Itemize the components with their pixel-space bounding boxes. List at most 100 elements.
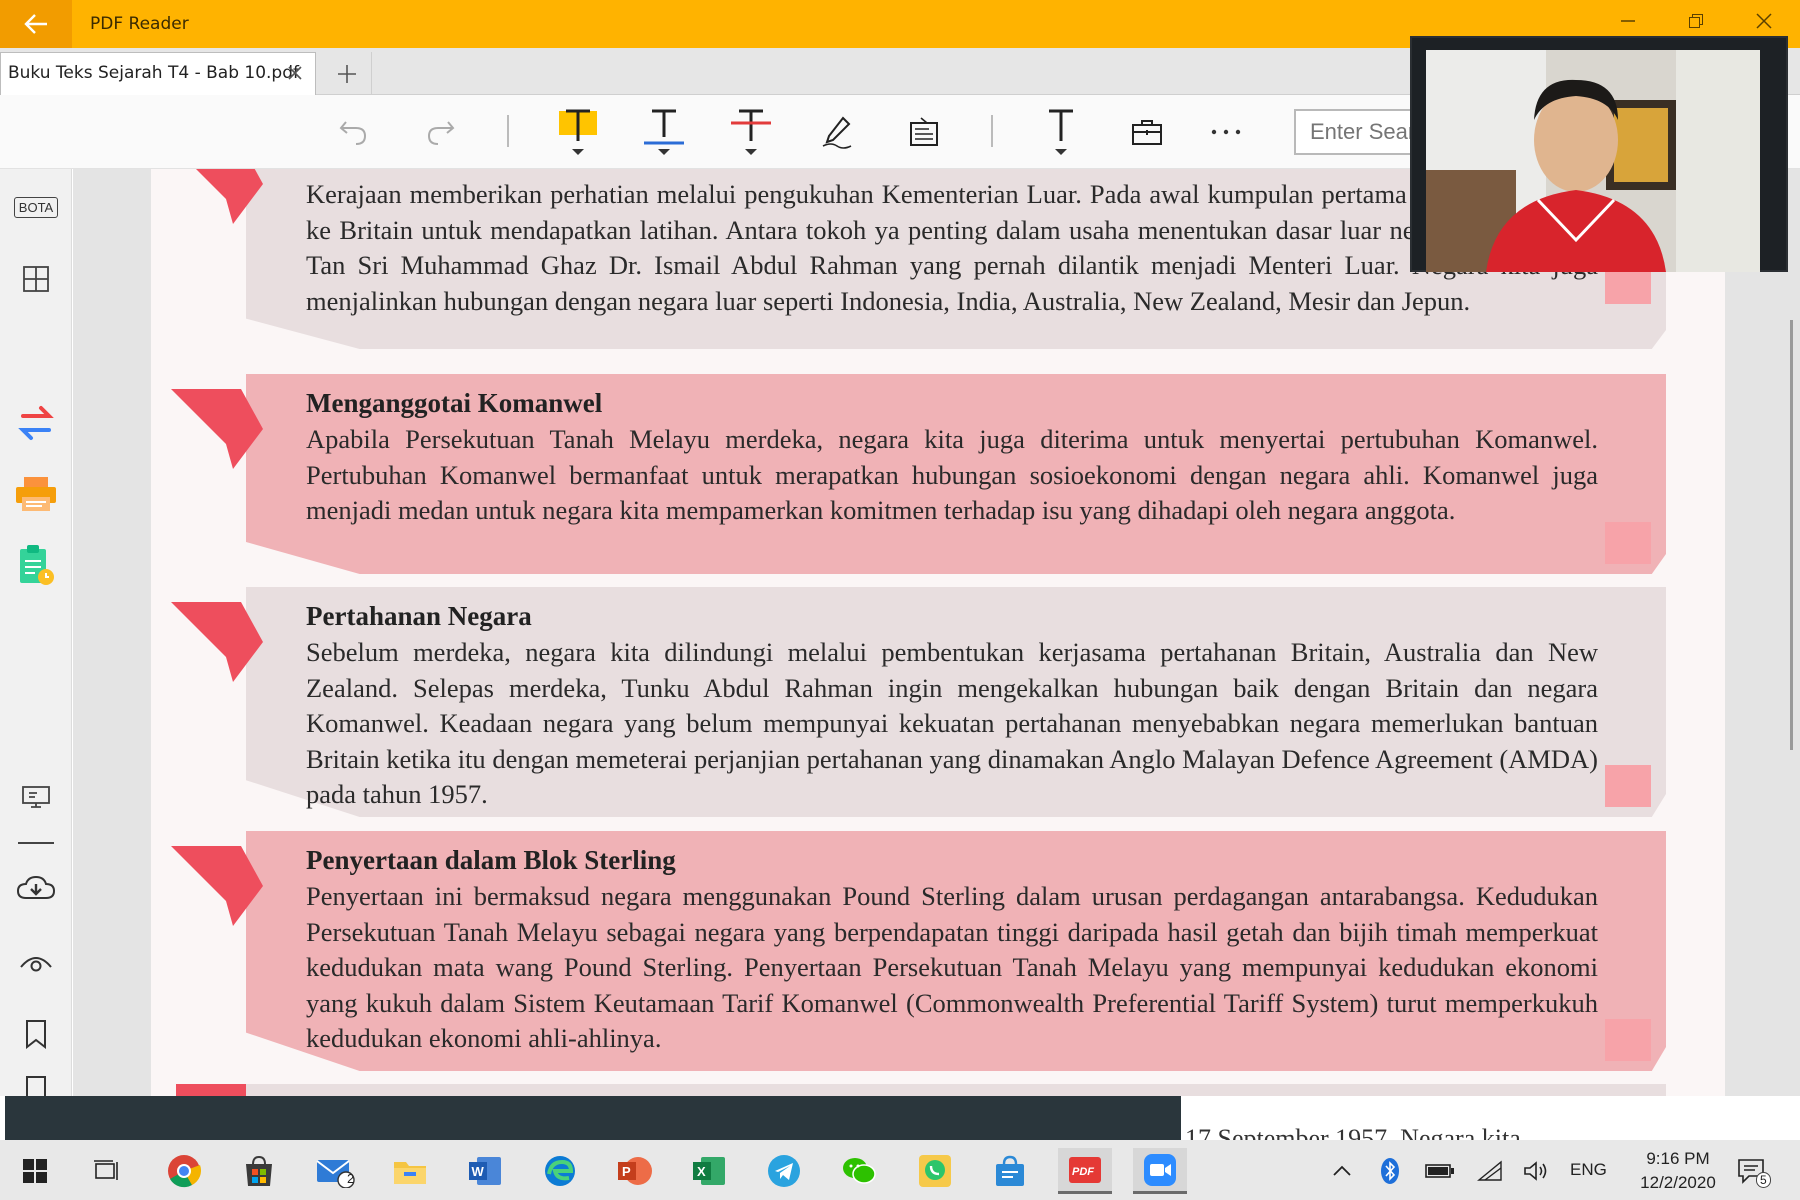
banner-corner-block: [1605, 1019, 1651, 1061]
taskbar-shop-app[interactable]: [983, 1148, 1037, 1194]
taskbar-file-explorer[interactable]: [383, 1148, 437, 1194]
banner-arrow-icon: [196, 169, 263, 224]
tray-bluetooth[interactable]: [1370, 1148, 1410, 1194]
vertical-scrollbar[interactable]: [1790, 320, 1793, 750]
taskbar-zoom[interactable]: [1133, 1148, 1187, 1194]
toolbar-separator: [507, 115, 509, 147]
highlight-text-button[interactable]: [550, 105, 606, 159]
svg-text:P: P: [622, 1164, 631, 1179]
bota-button[interactable]: BOTA: [10, 185, 62, 229]
taskbar-edge[interactable]: [533, 1148, 587, 1194]
redo-button[interactable]: [412, 105, 468, 159]
bookmarks-button[interactable]: [10, 1012, 62, 1056]
new-tab-button[interactable]: [322, 52, 372, 95]
section-title: Menganggotai Komanwel: [306, 388, 603, 418]
pdf-page: Kerajaan memberikan perhatian melalui pe…: [151, 169, 1725, 1096]
webcam-overlay[interactable]: [1410, 36, 1788, 272]
cloud-sync-button[interactable]: [10, 867, 62, 911]
grid-icon: [23, 266, 49, 292]
close-window-button[interactable]: [1744, 10, 1784, 38]
webcam-video: [1426, 50, 1760, 272]
back-arrow-icon: [24, 14, 47, 34]
document-tab[interactable]: Buku Teks Sejarah T4 - Bab 10.pdf: [0, 52, 316, 95]
section-title: Penyertaan dalam Blok Sterling: [306, 845, 676, 875]
stamp-button[interactable]: [1119, 105, 1175, 159]
wifi-icon: [1477, 1160, 1502, 1181]
taskbar-word[interactable]: W: [458, 1148, 512, 1194]
whatsapp-icon: [919, 1155, 951, 1187]
tray-overflow-button[interactable]: [1320, 1148, 1364, 1194]
edge-icon: [545, 1156, 575, 1186]
battery-icon: [1425, 1164, 1454, 1178]
underline-text-button[interactable]: [636, 105, 692, 159]
sidebar-item-icon: [26, 1076, 46, 1096]
close-icon: [288, 66, 302, 80]
reading-mode-button[interactable]: [10, 941, 62, 985]
mail-badge: 2: [347, 1171, 355, 1186]
section-banner: Pertahanan Negara Sebelum merdeka, negar…: [171, 587, 1666, 817]
task-view-button[interactable]: [80, 1148, 134, 1194]
thumbnails-button[interactable]: [10, 257, 62, 301]
document-tab-label: Buku Teks Sejarah T4 - Bab 10.pdf: [8, 63, 299, 83]
taskbar-whatsapp[interactable]: [908, 1148, 962, 1194]
telegram-icon: [768, 1155, 800, 1187]
windows-logo-icon: [23, 1159, 47, 1183]
start-button[interactable]: [8, 1148, 62, 1194]
taskbar-powerpoint[interactable]: P: [607, 1148, 661, 1194]
clock-date: 12/2/2020: [1640, 1173, 1716, 1192]
section-banner: Menganggotai Komanwel Apabila Persekutua…: [171, 374, 1666, 574]
banner-arrow-stub: [176, 1084, 246, 1096]
section-text: Sebelum merdeka, negara kita dilindungi …: [306, 637, 1598, 809]
pdf-icon: PDF: [1069, 1156, 1101, 1183]
print-fax-button[interactable]: [10, 473, 62, 517]
tray-network[interactable]: [1468, 1148, 1512, 1194]
tasks-button[interactable]: [10, 543, 62, 587]
pen-icon: [822, 116, 852, 149]
note-button[interactable]: [896, 105, 952, 159]
word-icon: W: [469, 1157, 501, 1185]
tab-close-button[interactable]: [287, 62, 303, 86]
redo-icon: [427, 121, 455, 145]
taskbar-excel[interactable]: X: [682, 1148, 736, 1194]
presentation-button[interactable]: [10, 775, 62, 819]
section-banner: [176, 1084, 1666, 1096]
more-options-button[interactable]: [1198, 105, 1254, 159]
back-button[interactable]: [0, 0, 72, 48]
taskbar-chrome[interactable]: [157, 1148, 211, 1194]
strikethrough-text-icon: [731, 109, 771, 155]
minimize-button[interactable]: [1608, 10, 1648, 38]
webcam-person-image: [1426, 50, 1760, 272]
highlight-text-icon: [559, 109, 597, 155]
tray-battery[interactable]: [1418, 1148, 1462, 1194]
taskbar-mail[interactable]: 2: [308, 1148, 362, 1194]
app-title: PDF Reader: [90, 14, 189, 34]
shopping-bag-icon: [996, 1155, 1024, 1186]
clock-time: 9:16 PM: [1646, 1149, 1710, 1168]
section-text: Apabila Persekutuan Tanah Melayu merdeka…: [306, 424, 1598, 525]
clock[interactable]: 9:16 PM 12/2/2020: [1630, 1147, 1726, 1195]
language-indicator[interactable]: ENG: [1570, 1160, 1607, 1180]
taskbar-store[interactable]: [232, 1148, 286, 1194]
taskbar-wechat[interactable]: [832, 1148, 886, 1194]
document-viewport[interactable]: Kerajaan memberikan perhatian melalui pe…: [73, 169, 1800, 1096]
restore-icon: [1689, 14, 1703, 28]
convert-button[interactable]: [10, 401, 62, 445]
bookmark-icon: [26, 1020, 46, 1049]
restore-button[interactable]: [1676, 10, 1716, 38]
strikethrough-text-button[interactable]: [723, 105, 779, 159]
tray-volume[interactable]: [1514, 1148, 1558, 1194]
section-title: Pertahanan Negara: [306, 601, 532, 631]
overlay-bar: [5, 1096, 1181, 1140]
undo-button[interactable]: [326, 105, 382, 159]
action-center-button[interactable]: 5: [1726, 1148, 1776, 1194]
add-text-button[interactable]: [1033, 105, 1089, 159]
taskbar-pdf-reader[interactable]: PDF: [1058, 1148, 1112, 1194]
freehand-draw-button[interactable]: [809, 105, 865, 159]
section-text: Kerajaan memberikan perhatian melalui pe…: [306, 179, 1598, 316]
sidebar-more-button[interactable]: [10, 1072, 62, 1096]
printer-icon: [16, 477, 56, 511]
banner-arrow-icon: [171, 846, 263, 926]
taskbar-telegram[interactable]: [757, 1148, 811, 1194]
convert-arrows-icon: [18, 406, 54, 440]
svg-text:W: W: [472, 1164, 485, 1179]
